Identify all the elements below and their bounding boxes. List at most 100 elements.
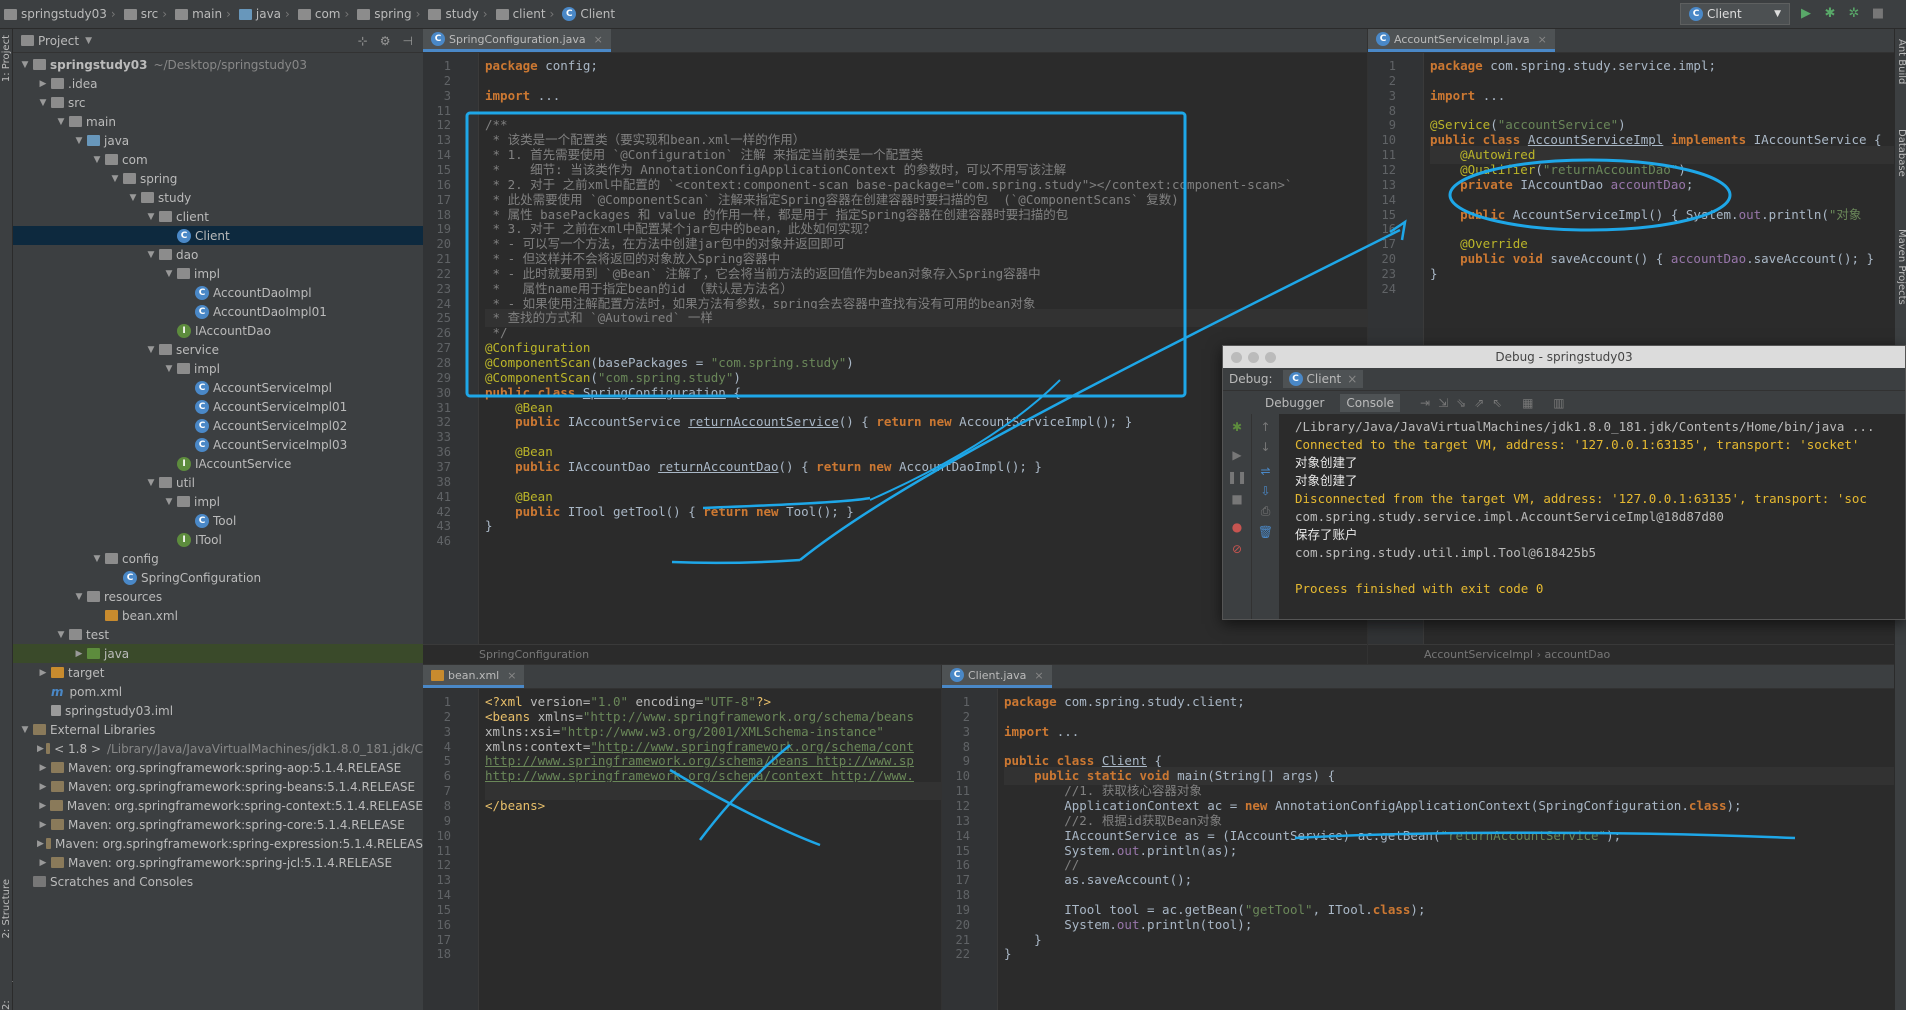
tree-item[interactable]: I IAccountService [13, 454, 423, 473]
line-number[interactable]: 20 [1368, 252, 1396, 266]
line-number[interactable]: 9 [942, 754, 970, 768]
line-number[interactable]: 13 [1368, 178, 1396, 192]
line-number[interactable]: 8 [942, 740, 970, 754]
breadcrumb-item[interactable]: AccountServiceImpl [1424, 648, 1533, 661]
line-number[interactable]: 33 [423, 430, 451, 444]
scroll-end-icon[interactable]: ⇩ [1252, 484, 1279, 498]
line-number[interactable]: 18 [942, 888, 970, 902]
line-number[interactable]: 20 [423, 237, 451, 251]
line-number[interactable]: 15 [1368, 208, 1396, 222]
line-number[interactable]: 24 [423, 297, 451, 311]
line-number[interactable]: 16 [423, 178, 451, 192]
line-number[interactable]: 42 [423, 505, 451, 519]
breadcrumb-item[interactable]: com › [297, 7, 353, 21]
tree-item[interactable]: I ITool [13, 530, 423, 549]
tree-item[interactable]: ▶ Maven: org.springframework:spring-aop:5… [13, 758, 423, 777]
close-icon[interactable]: × [1538, 33, 1547, 46]
trash-icon[interactable]: 🗑 [1252, 525, 1279, 539]
line-number[interactable]: 11 [423, 104, 451, 118]
collapsed-arrow-icon[interactable]: ▶ [37, 668, 49, 678]
debug-icon[interactable]: ✱ [1822, 6, 1838, 22]
line-number[interactable]: 38 [423, 475, 451, 489]
expanded-arrow-icon[interactable]: ▼ [73, 136, 85, 146]
tree-item[interactable]: C SpringConfiguration [13, 568, 423, 587]
line-number[interactable]: 16 [942, 858, 970, 872]
stop-icon[interactable]: ■ [1870, 6, 1886, 22]
chevron-down-icon[interactable]: ▼ [85, 36, 92, 46]
close-icon[interactable]: × [507, 669, 516, 682]
tab-console[interactable]: Console [1340, 393, 1401, 412]
line-number[interactable]: 2 [423, 74, 451, 88]
tab-account-service-impl[interactable]: C AccountServiceImpl.java × [1368, 29, 1555, 52]
tree-item[interactable]: ▶ Maven: org.springframework:spring-jcl:5… [13, 853, 423, 872]
tree-item[interactable]: ▼ client [13, 207, 423, 226]
line-number[interactable]: 14 [423, 148, 451, 162]
line-number[interactable]: 16 [423, 918, 451, 932]
line-number[interactable]: 14 [1368, 193, 1396, 207]
resume-icon[interactable]: ▶ [1223, 448, 1251, 462]
expanded-arrow-icon[interactable]: ▼ [37, 98, 49, 108]
line-number[interactable]: 1 [1368, 59, 1396, 73]
collapsed-arrow-icon[interactable]: ▶ [37, 763, 49, 773]
ant-build-tool-button[interactable]: Ant Build [1896, 39, 1906, 84]
close-window-button[interactable] [1231, 352, 1242, 363]
tree-item[interactable]: ▼ test [13, 625, 423, 644]
collapsed-arrow-icon[interactable]: ▶ [37, 801, 48, 811]
line-number[interactable]: 16 [1368, 222, 1396, 236]
close-icon[interactable]: × [1347, 372, 1357, 386]
line-number[interactable]: 22 [423, 267, 451, 281]
up-arrow-icon[interactable]: ↑ [1252, 420, 1279, 434]
line-number[interactable]: 20 [942, 918, 970, 932]
tree-item[interactable]: ▼ java [13, 131, 423, 150]
line-number[interactable]: 15 [423, 163, 451, 177]
breadcrumb-item[interactable]: study › [428, 7, 491, 21]
tree-item[interactable]: m pom.xml [13, 682, 423, 701]
breadcrumb-item[interactable]: C Client [562, 7, 615, 21]
line-number[interactable]: 18 [423, 208, 451, 222]
line-number[interactable]: 11 [942, 784, 970, 798]
expanded-arrow-icon[interactable]: ▼ [163, 497, 175, 507]
line-number[interactable]: 17 [423, 933, 451, 947]
console-output[interactable]: /Library/Java/JavaVirtualMachines/jdk1.8… [1295, 418, 1905, 619]
project-tool-button[interactable]: 1: Project [1, 35, 12, 82]
tab-client[interactable]: C Client.java × [942, 665, 1052, 688]
breakpoints-icon[interactable]: ● [1223, 520, 1251, 534]
line-number[interactable]: 26 [423, 326, 451, 340]
tree-item[interactable]: ▶ .idea [13, 74, 423, 93]
coverage-icon[interactable]: ✲ [1846, 6, 1862, 22]
expanded-arrow-icon[interactable]: ▼ [163, 364, 175, 374]
stop-icon[interactable]: ■ [1223, 492, 1251, 506]
tree-item[interactable]: I IAccountDao [13, 321, 423, 340]
line-number[interactable]: 41 [423, 490, 451, 504]
line-number[interactable]: 6 [423, 769, 451, 783]
mute-breakpoints-icon[interactable]: ⊘ [1223, 542, 1251, 556]
line-number[interactable]: 11 [423, 844, 451, 858]
print-icon[interactable]: ⎙ [1252, 504, 1279, 519]
tree-item[interactable]: ▼ dao [13, 245, 423, 264]
tree-item[interactable]: ▶ < 1.8 > /Library/Java/JavaVirtualMachine… [13, 739, 423, 758]
line-number[interactable]: 5 [423, 754, 451, 768]
line-number[interactable]: 21 [423, 252, 451, 266]
maven-tool-button[interactable]: Maven Projects [1896, 229, 1906, 305]
line-number[interactable]: 29 [423, 371, 451, 385]
tree-item[interactable]: C Client [13, 226, 423, 245]
expanded-arrow-icon[interactable]: ▼ [109, 174, 121, 184]
line-number[interactable]: 9 [423, 814, 451, 828]
tree-item[interactable]: C AccountServiceImpl01 [13, 397, 423, 416]
tree-item[interactable]: ▼ impl [13, 359, 423, 378]
line-number[interactable]: 46 [423, 534, 451, 548]
line-number[interactable]: 3 [423, 89, 451, 103]
line-number[interactable]: 18 [423, 947, 451, 961]
pause-icon[interactable]: ❚❚ [1223, 470, 1251, 484]
tree-item[interactable]: ▼ impl [13, 492, 423, 511]
line-number[interactable]: 10 [942, 769, 970, 783]
expanded-arrow-icon[interactable]: ▼ [55, 117, 67, 127]
tab-bean-xml[interactable]: bean.xml × [423, 665, 525, 688]
breadcrumb-item[interactable]: accountDao [1544, 648, 1610, 661]
tree-item[interactable]: ▶ Maven: org.springframework:spring-beans… [13, 777, 423, 796]
expanded-arrow-icon[interactable]: ▼ [127, 193, 139, 203]
tree-item[interactable]: ▼ External Libraries [13, 720, 423, 739]
line-number[interactable]: 23 [1368, 267, 1396, 281]
tree-item[interactable]: C AccountServiceImpl [13, 378, 423, 397]
database-tool-button[interactable]: Database [1896, 129, 1906, 177]
